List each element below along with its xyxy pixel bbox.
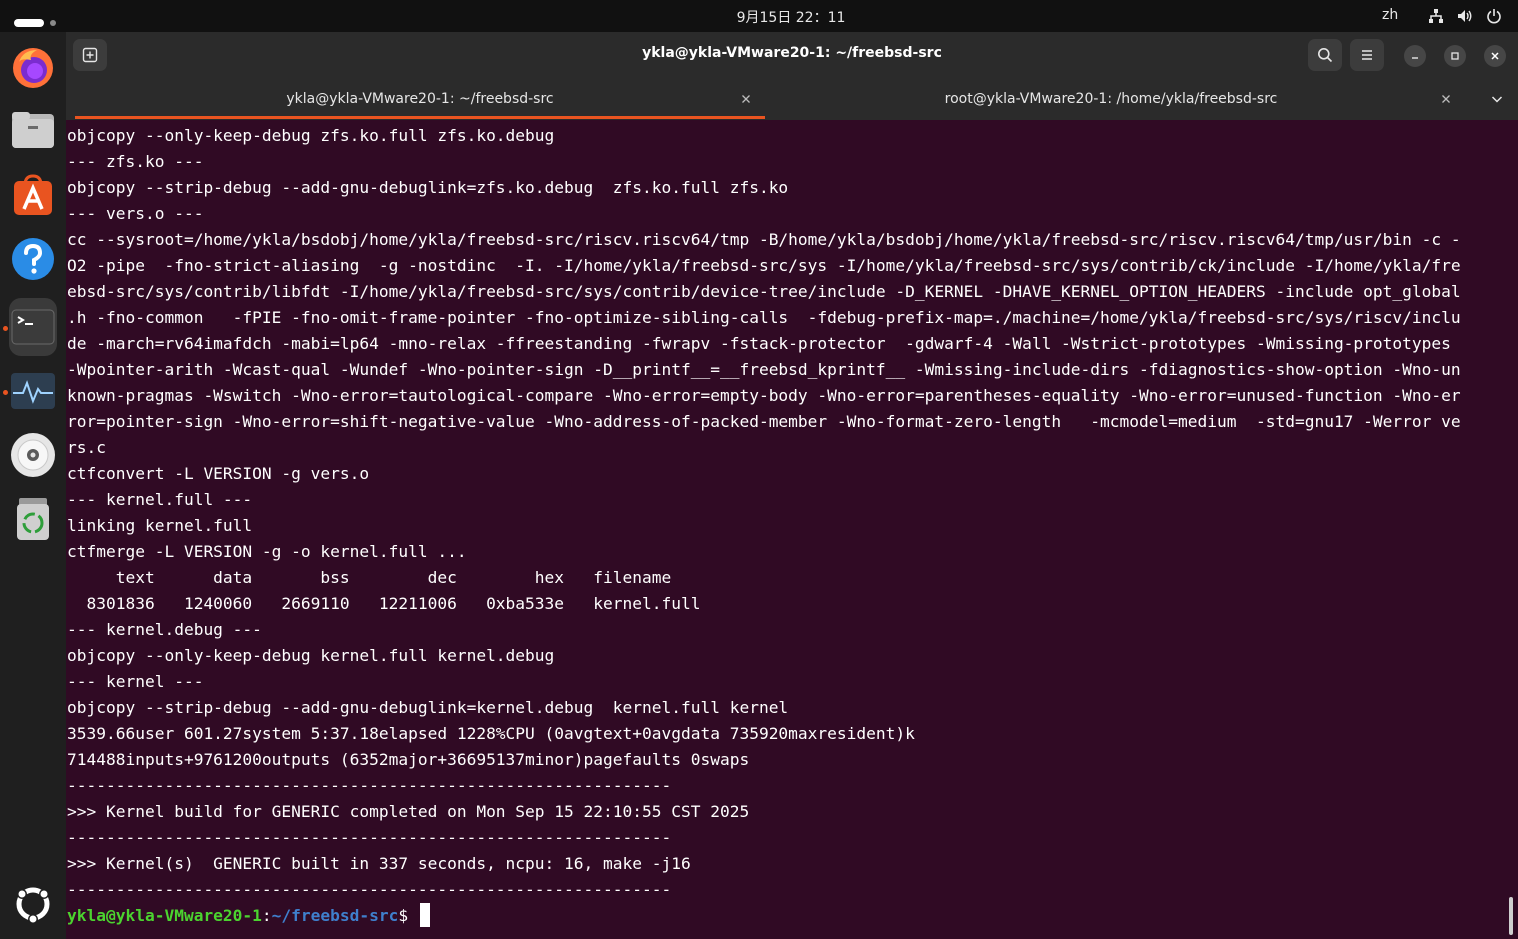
active-tab-indicator bbox=[75, 116, 765, 119]
show-apps-icon bbox=[16, 887, 50, 924]
terminal-line: rs.c bbox=[67, 438, 106, 457]
dock-trash[interactable] bbox=[9, 495, 57, 543]
terminal-line: >>> Kernel build for GENERIC completed o… bbox=[67, 802, 750, 821]
new-tab-button[interactable] bbox=[73, 39, 107, 71]
minimize-icon bbox=[1412, 57, 1418, 59]
prompt-user-host: ykla@ykla-VMware20-1 bbox=[67, 906, 262, 925]
files-icon bbox=[12, 112, 54, 148]
minimize-button[interactable] bbox=[1404, 45, 1426, 67]
terminal-icon bbox=[11, 309, 55, 345]
prompt-symbol: $ bbox=[398, 906, 418, 925]
workspace-dot bbox=[50, 19, 56, 26]
input-method-indicator[interactable]: zh bbox=[1382, 7, 1398, 23]
terminal-line: ror=pointer-sign -Wno-error=shift-negati… bbox=[67, 412, 1461, 431]
clock[interactable]: 9月15日 22：11 bbox=[737, 10, 846, 26]
network-icon bbox=[1429, 9, 1443, 23]
tab-overflow-button[interactable] bbox=[1489, 91, 1505, 107]
terminal-line: objcopy --strip-debug --add-gnu-debuglin… bbox=[67, 698, 789, 717]
dock-files[interactable] bbox=[9, 106, 57, 154]
activities-indicator[interactable] bbox=[14, 12, 56, 31]
dock-terminal[interactable] bbox=[9, 298, 57, 356]
system-monitor-running-indicator bbox=[3, 390, 8, 395]
shell-prompt[interactable]: ykla@ykla-VMware20-1:~/freebsd-src$ bbox=[66, 903, 1506, 929]
terminal-line: ----------------------------------------… bbox=[67, 776, 672, 795]
terminal-line: --- kernel.debug --- bbox=[67, 620, 262, 639]
terminal-line: objcopy --only-keep-debug kernel.full ke… bbox=[67, 646, 555, 665]
terminal-line: --- kernel --- bbox=[67, 672, 204, 691]
hamburger-menu-icon bbox=[1362, 50, 1372, 60]
dock-disc[interactable] bbox=[9, 431, 57, 479]
terminal-line: de -march=rv64imafdch -mabi=lp64 -mno-re… bbox=[67, 334, 1451, 353]
tab-root[interactable]: root@ykla-VMware20-1: /home/ykla/freebsd… bbox=[766, 78, 1456, 120]
dock-app-center[interactable] bbox=[9, 171, 57, 219]
terminal-line: 714488inputs+9761200outputs (6352major+3… bbox=[67, 750, 750, 769]
window-headerbar: ykla@ykla-VMware20-1: ~/freebsd-src bbox=[66, 32, 1518, 78]
prompt-separator: : bbox=[261, 906, 272, 925]
power-icon bbox=[1487, 9, 1501, 24]
maximize-button[interactable] bbox=[1444, 45, 1466, 67]
dock-help[interactable] bbox=[9, 235, 57, 283]
window-title: ykla@ykla-VMware20-1: ~/freebsd-src bbox=[642, 45, 942, 61]
close-button[interactable] bbox=[1484, 45, 1506, 67]
terminal-running-indicator bbox=[3, 326, 8, 331]
terminal-line: --- zfs.ko --- bbox=[67, 152, 204, 171]
tab-ykla[interactable]: ykla@ykla-VMware20-1: ~/freebsd-src bbox=[75, 78, 765, 120]
dock-show-apps[interactable] bbox=[9, 880, 57, 928]
close-icon bbox=[1491, 52, 1499, 60]
terminal-line: objcopy --only-keep-debug zfs.ko.full zf… bbox=[67, 126, 555, 145]
tab-close-icon[interactable] bbox=[739, 92, 753, 106]
volume-icon bbox=[1458, 10, 1472, 22]
terminal-scrollbar[interactable] bbox=[1509, 897, 1513, 935]
text-cursor bbox=[419, 903, 430, 927]
tab-close-icon[interactable] bbox=[1439, 92, 1453, 106]
system-monitor-icon bbox=[11, 373, 55, 409]
terminal-line: --- kernel.full --- bbox=[67, 490, 253, 509]
dock-system-monitor[interactable] bbox=[9, 367, 57, 415]
terminal-line: ebsd-src/sys/contrib/libfdt -I/home/ykla… bbox=[67, 282, 1461, 301]
chevron-down-icon bbox=[1491, 96, 1503, 103]
tab-ykla-label: ykla@ykla-VMware20-1: ~/freebsd-src bbox=[286, 91, 554, 107]
terminal-line: .h -fno-common -fPIE -fno-omit-frame-poi… bbox=[67, 308, 1461, 327]
workspace-active-pill bbox=[14, 18, 44, 27]
top-bar: 9月15日 22：11 zh bbox=[0, 0, 1518, 32]
new-tab-icon bbox=[82, 47, 98, 63]
terminal-line: ctfmerge -L VERSION -g -o kernel.full ..… bbox=[67, 542, 467, 561]
terminal-line: linking kernel.full bbox=[67, 516, 253, 535]
terminal-line: -Wpointer-arith -Wcast-qual -Wundef -Wno… bbox=[67, 360, 1461, 379]
terminal-line: 3539.66user 601.27system 5:37.18elapsed … bbox=[67, 724, 915, 743]
dock bbox=[0, 32, 66, 939]
tab-bar: ykla@ykla-VMware20-1: ~/freebsd-src root… bbox=[66, 78, 1518, 120]
terminal-line: text data bss dec hex filename bbox=[67, 568, 672, 587]
terminal-line: ctfconvert -L VERSION -g vers.o bbox=[67, 464, 370, 483]
disc-icon bbox=[11, 433, 55, 477]
terminal-line: objcopy --strip-debug --add-gnu-debuglin… bbox=[67, 178, 789, 197]
terminal-line: >>> Kernel(s) GENERIC built in 337 secon… bbox=[67, 854, 691, 873]
terminal-line: known-pragmas -Wswitch -Wno-error=tautol… bbox=[67, 386, 1461, 405]
terminal-line: cc --sysroot=/home/ykla/bsdobj/home/ykla… bbox=[67, 230, 1461, 249]
firefox-icon bbox=[13, 48, 53, 88]
terminal-view[interactable]: objcopy --only-keep-debug zfs.ko.full zf… bbox=[66, 123, 1506, 939]
prompt-path: ~/freebsd-src bbox=[271, 906, 399, 925]
terminal-line: ----------------------------------------… bbox=[67, 880, 672, 899]
search-button[interactable] bbox=[1308, 39, 1342, 71]
help-icon bbox=[12, 238, 54, 280]
maximize-icon bbox=[1451, 52, 1459, 60]
trash-icon bbox=[17, 498, 49, 540]
app-center-icon bbox=[14, 174, 52, 215]
menu-button[interactable] bbox=[1350, 39, 1384, 71]
dock-firefox[interactable] bbox=[9, 44, 57, 92]
terminal-line: 8301836 1240060 2669110 12211006 0xba533… bbox=[67, 594, 701, 613]
terminal-line: --- vers.o --- bbox=[67, 204, 204, 223]
system-status-area[interactable] bbox=[1428, 8, 1510, 27]
search-icon bbox=[1318, 48, 1333, 63]
terminal-line: O2 -pipe -fno-strict-aliasing -g -nostdi… bbox=[67, 256, 1461, 275]
tab-root-label: root@ykla-VMware20-1: /home/ykla/freebsd… bbox=[944, 91, 1278, 107]
terminal-line: ----------------------------------------… bbox=[67, 828, 672, 847]
